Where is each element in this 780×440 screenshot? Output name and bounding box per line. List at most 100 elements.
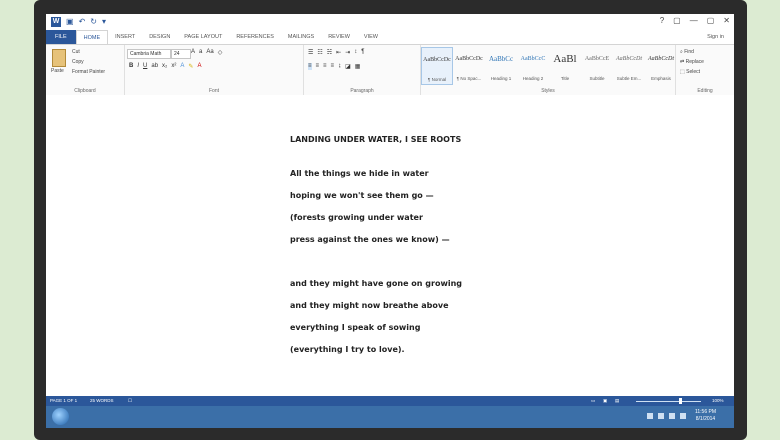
maximize-button[interactable]: ▢ [707,16,715,26]
zoom-slider[interactable] [636,401,701,402]
grow-font-icon[interactable]: A [191,49,195,56]
line-spacing-icon[interactable]: ↨ [338,63,341,70]
screen: W ▣ ↶ ↻ ▾ ? ▢ — ▢ ✕ FILE HOME INSERT DES… [46,14,734,428]
poem-line: (forests growing under water [290,213,423,222]
cut-button[interactable]: Cut [72,49,80,55]
bullets-icon[interactable]: ☰ [308,49,313,56]
align-right-icon[interactable]: ≡ [323,63,327,70]
document-area[interactable]: LANDING UNDER WATER, I SEE ROOTS All the… [46,95,734,410]
poem-line: All the things we hide in water [290,169,429,178]
poem-line: and they might now breathe above [290,301,449,310]
tab-page-layout[interactable]: PAGE LAYOUT [177,30,229,44]
poem-line: (everything I try to love). [290,345,405,354]
tab-file[interactable]: FILE [46,30,76,44]
increase-indent-icon[interactable]: ⇥ [345,49,350,56]
read-mode-icon[interactable]: ▭ [591,396,595,406]
editing-label: Editing [697,88,713,94]
sort-icon[interactable]: ↕ [354,49,357,56]
strikethrough-icon[interactable]: ab [151,63,158,70]
style-title[interactable]: AaBl Title [549,47,581,83]
proofing-icon[interactable]: ☐ [128,396,132,406]
tray-arrow-icon[interactable] [647,413,653,419]
decrease-indent-icon[interactable]: ⇤ [336,49,341,56]
close-button[interactable]: ✕ [723,16,730,26]
system-tray [647,413,686,419]
print-layout-icon[interactable]: ▣ [603,396,607,406]
font-label: Font [208,88,219,94]
align-left-icon[interactable]: ≡ [308,63,312,70]
tab-home[interactable]: HOME [75,30,109,44]
tab-review[interactable]: REVIEW [321,30,357,44]
font-color-icon[interactable]: A [197,63,201,70]
ribbon: Paste Cut Copy Format Painter Clipboard … [46,44,734,96]
tab-references[interactable]: REFERENCES [229,30,281,44]
document-body[interactable]: LANDING UNDER WATER, I SEE ROOTS All the… [290,129,690,361]
redo-icon[interactable]: ↻ [90,17,97,27]
tab-design[interactable]: DESIGN [142,30,177,44]
borders-icon[interactable]: ▦ [355,63,361,70]
word-count[interactable]: 25 WORDS [90,396,114,406]
status-bar: PAGE 1 OF 1 25 WORDS ☐ ▭ ▣ ▤ 100% [46,396,734,406]
flag-icon[interactable] [680,413,686,419]
superscript-icon[interactable]: x² [171,63,176,70]
styles-gallery: AaBbCcDc ¶ Normal AaBbCcDc ¶ No Spac... … [421,47,677,85]
multilevel-icon[interactable]: ☵ [327,49,332,56]
copy-button[interactable]: Copy [72,59,84,65]
zoom-slider-handle[interactable] [679,398,682,404]
paste-icon[interactable] [52,49,66,67]
replace-button[interactable]: ⇄ Replace [680,59,704,65]
undo-icon[interactable]: ↶ [79,17,86,27]
network-icon[interactable] [658,413,664,419]
style-no-spacing[interactable]: AaBbCcDc ¶ No Spac... [453,47,485,83]
select-button[interactable]: ⬚ Select [680,69,700,75]
sign-in-link[interactable]: Sign in [707,30,724,44]
italic-button[interactable]: I [137,63,139,70]
paragraph-label: Paragraph [350,88,374,94]
tab-insert[interactable]: INSERT [108,30,142,44]
underline-button[interactable]: U [143,63,147,70]
styles-group: AaBbCcDc ¶ Normal AaBbCcDc ¶ No Spac... … [421,45,676,95]
clear-format-icon[interactable]: ◇ [218,49,223,56]
clock[interactable]: 11:56 PM 8/1/2014 [695,409,716,423]
style-heading-2[interactable]: AaBbCcC Heading 2 [517,47,549,83]
tab-mailings[interactable]: MAILINGS [281,30,321,44]
style-subtle-emphasis[interactable]: AaBbCcDt Subtle Em... [613,47,645,83]
volume-icon[interactable] [669,413,675,419]
minimize-button[interactable]: — [690,16,698,26]
text-effects-icon[interactable]: A [180,63,184,70]
paste-button[interactable]: Paste [51,68,64,74]
bold-button[interactable]: B [129,63,133,70]
help-button[interactable]: ? [660,16,664,26]
ribbon-display-button[interactable]: ▢ [673,16,681,26]
tab-view[interactable]: VIEW [357,30,385,44]
web-layout-icon[interactable]: ▤ [615,396,619,406]
style-emphasis[interactable]: AaBbCcDt Emphasis [645,47,677,83]
shrink-font-icon[interactable]: a [199,49,202,56]
poem-line: everything I speak of sowing [290,323,421,332]
style-subtitle[interactable]: AaBbCcE Subtitle [581,47,613,83]
justify-icon[interactable]: ≡ [331,63,335,70]
paragraph-group: ☰ ☷ ☵ ⇤ ⇥ ↕ ¶ ≡ ≡ ≡ ≡ ↨ ◪ ▦ Paragraph [304,45,421,95]
save-icon[interactable]: ▣ [66,17,74,27]
style-normal[interactable]: AaBbCcDc ¶ Normal [421,47,453,85]
find-button[interactable]: ⌕ Find [680,49,694,55]
zoom-level[interactable]: 100% [712,396,724,406]
subscript-icon[interactable]: x₂ [162,63,167,70]
align-center-icon[interactable]: ≡ [316,63,320,70]
page-count[interactable]: PAGE 1 OF 1 [50,396,77,406]
font-name-select[interactable]: Cambria Math [127,49,171,59]
font-size-select[interactable]: 24 [171,49,191,59]
quick-access-toolbar: W ▣ ↶ ↻ ▾ [46,17,106,27]
taskbar: 11:56 PM 8/1/2014 [46,406,734,428]
windows-start-icon[interactable] [52,408,69,425]
style-heading-1[interactable]: AaBbCc Heading 1 [485,47,517,83]
customize-icon[interactable]: ▾ [102,17,106,27]
show-marks-icon[interactable]: ¶ [361,49,364,56]
change-case-icon[interactable]: Aa [206,49,213,56]
highlight-icon[interactable]: ✎ [188,63,193,70]
numbering-icon[interactable]: ☷ [317,49,322,56]
format-painter-button[interactable]: Format Painter [72,69,105,75]
shading-icon[interactable]: ◪ [345,63,351,70]
clipboard-label: Clipboard [74,88,96,94]
